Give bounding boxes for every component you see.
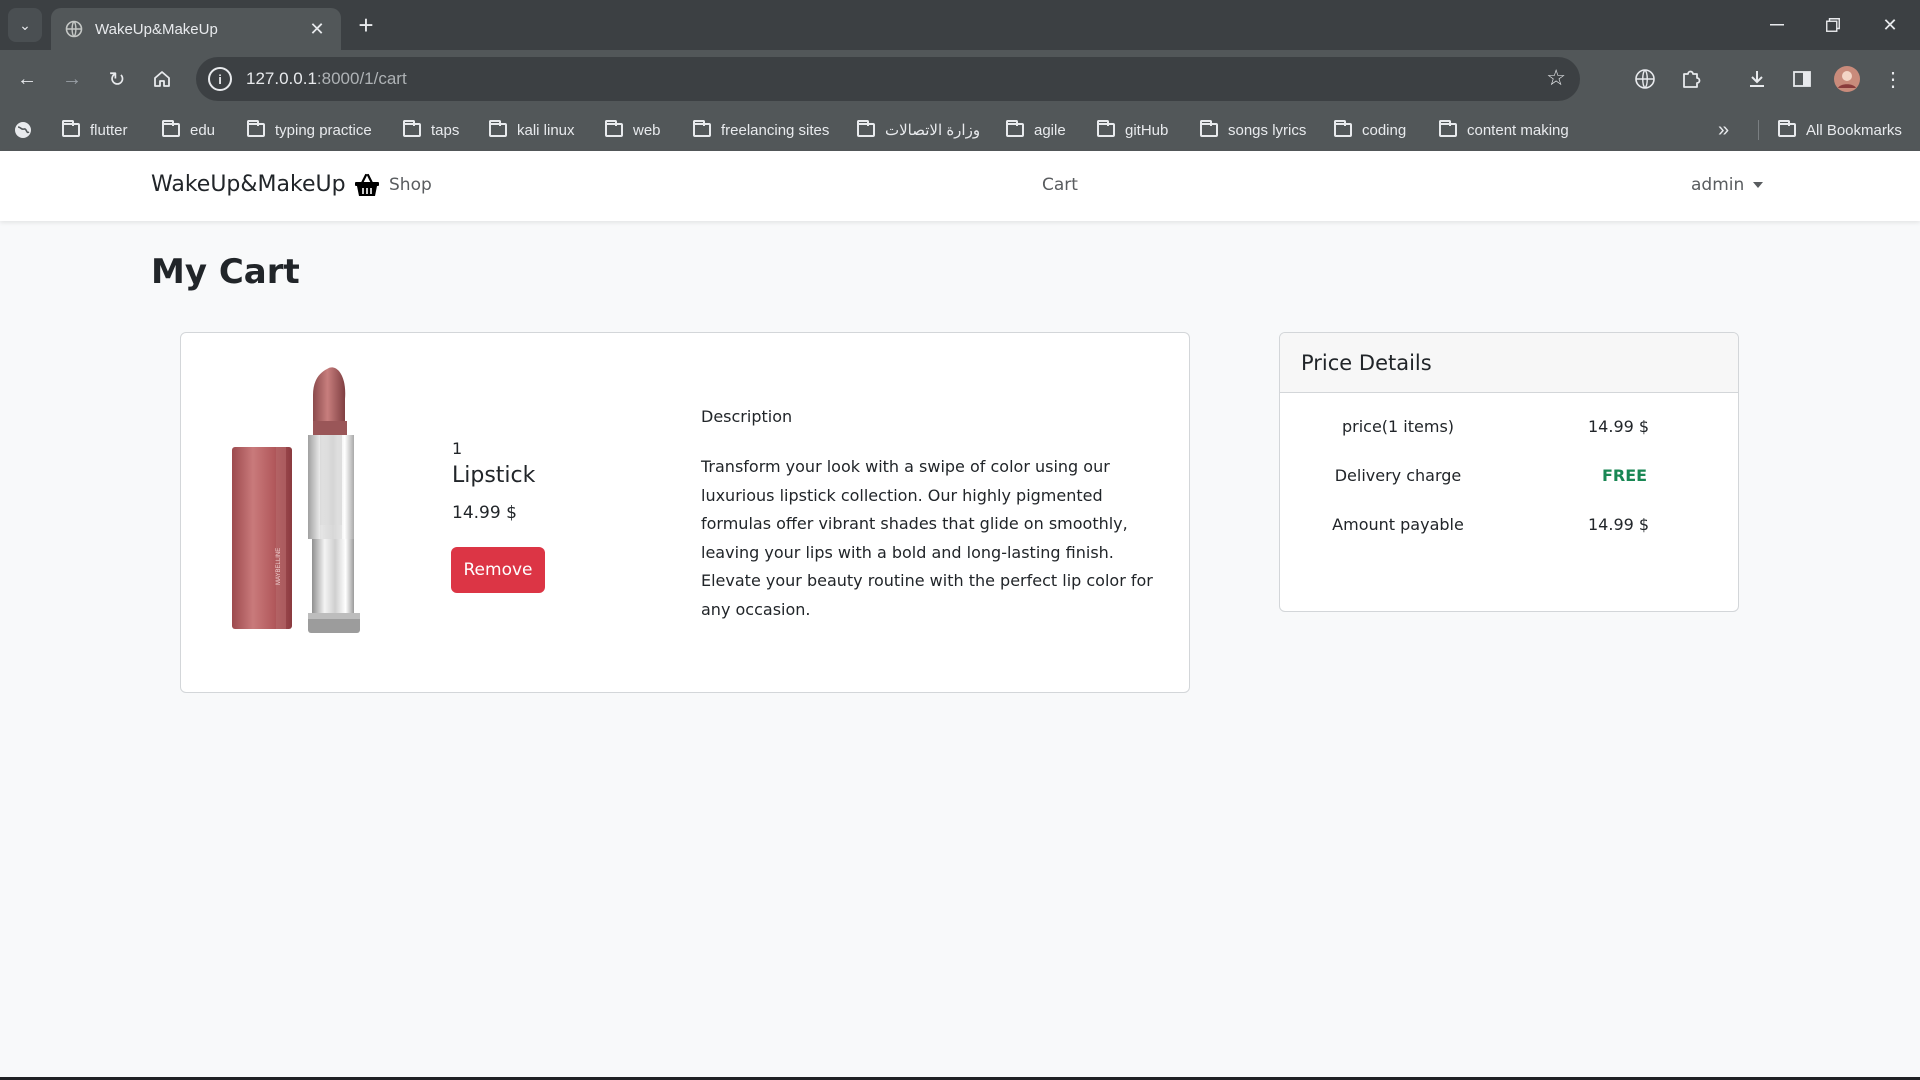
site-navbar: WakeUp&MakeUp Shop Cart admin: [0, 151, 1920, 221]
folder-icon: [403, 120, 421, 137]
more-bookmarks-chevron-icon[interactable]: »: [1718, 118, 1729, 142]
folder-icon: [162, 120, 180, 137]
user-name: admin: [1691, 175, 1745, 195]
reload-icon[interactable]: ↻: [100, 62, 134, 96]
back-arrow-icon[interactable]: ←: [10, 62, 44, 96]
price-row-label: Delivery charge: [1334, 466, 1462, 485]
folder-icon: [1097, 120, 1115, 137]
price-row-label: price(1 items): [1341, 417, 1455, 436]
downloads-icon[interactable]: [1740, 62, 1774, 96]
bookmark-folder[interactable]: coding: [1334, 118, 1406, 142]
page-title: My Cart: [151, 252, 300, 292]
minimize-icon[interactable]: [1749, 0, 1805, 50]
folder-icon: [1006, 120, 1024, 137]
folder-icon: [247, 120, 265, 137]
close-window-icon[interactable]: ✕: [1862, 0, 1918, 50]
url-text: 127.0.0.1:8000/1/cart: [246, 69, 407, 88]
address-bar[interactable]: i 127.0.0.1:8000/1/cart ☆: [196, 57, 1580, 101]
bookmarks-divider: [1758, 120, 1759, 140]
side-panel-icon[interactable]: [1785, 62, 1819, 96]
site-info-icon[interactable]: i: [208, 67, 232, 91]
bookmark-folder[interactable]: وزارة الاتصالات: [857, 118, 980, 142]
nav-cart-link[interactable]: Cart: [1042, 175, 1078, 195]
restore-icon[interactable]: [1805, 0, 1861, 50]
tab-search-chevron-icon[interactable]: ⌄: [8, 8, 42, 42]
folder-icon: [1334, 120, 1352, 137]
price-row: Delivery charge FREE: [1280, 466, 1738, 496]
tab-title: WakeUp&MakeUp: [95, 20, 218, 38]
folder-icon: [693, 120, 711, 137]
browser-tab[interactable]: WakeUp&MakeUp ✕: [51, 8, 341, 50]
price-row: Amount payable 14.99 $: [1280, 515, 1738, 545]
folder-icon: [62, 120, 80, 137]
bookmark-folder[interactable]: typing practice: [247, 118, 372, 142]
remove-button[interactable]: Remove: [451, 547, 545, 593]
description-text: Transform your look with a swipe of colo…: [701, 457, 1153, 619]
extensions-puzzle-icon[interactable]: [1674, 62, 1708, 96]
home-icon[interactable]: [145, 62, 179, 96]
bookmark-folder[interactable]: web: [605, 118, 661, 142]
bookmark-folder[interactable]: edu: [162, 118, 215, 142]
bookmark-folder[interactable]: freelancing sites: [693, 118, 829, 142]
globe-icon: [65, 20, 83, 38]
price-details-card: Price Details price(1 items) 14.99 $ Del…: [1279, 332, 1739, 612]
price-row-value: 14.99 $: [1588, 515, 1650, 534]
bookmark-folder[interactable]: taps: [403, 118, 459, 142]
brand-link[interactable]: WakeUp&MakeUp: [151, 172, 380, 197]
basket-icon: [354, 173, 380, 197]
tab-strip: ⌄ WakeUp&MakeUp ✕ + ✕: [0, 0, 1920, 50]
folder-icon: [1439, 120, 1457, 137]
bookmark-folder[interactable]: gitHub: [1097, 118, 1168, 142]
bookmark-star-icon[interactable]: ☆: [1546, 65, 1566, 91]
profile-avatar[interactable]: [1830, 62, 1864, 96]
brand-name: WakeUp&MakeUp: [151, 172, 346, 197]
folder-icon: [857, 120, 875, 137]
item-name: Lipstick: [452, 463, 536, 488]
all-bookmarks-folder[interactable]: All Bookmarks: [1778, 118, 1902, 142]
cart-item-card: MAYBELLINE 1 Lipstick 14.99 $ Remove Des…: [180, 332, 1190, 693]
caret-down-icon: [1753, 182, 1764, 188]
bookmark-folder[interactable]: kali linux: [489, 118, 575, 142]
menu-kebab-icon[interactable]: ⋮: [1876, 62, 1910, 96]
folder-icon: [605, 120, 623, 137]
folder-icon: [1200, 120, 1218, 137]
item-price: 14.99 $: [452, 503, 517, 523]
price-row: price(1 items) 14.99 $: [1280, 417, 1738, 447]
bookmarks-bar: flutter edu typing practice taps kali li…: [0, 108, 1920, 151]
apps-globe-icon[interactable]: [14, 118, 32, 142]
delivery-free-value: FREE: [1602, 466, 1648, 485]
folder-icon: [1778, 120, 1796, 137]
bookmark-folder[interactable]: songs lyrics: [1200, 118, 1306, 142]
nav-shop-link[interactable]: Shop: [389, 175, 432, 195]
bookmark-folder[interactable]: flutter: [62, 118, 128, 142]
lipstick-product-image: MAYBELLINE: [202, 355, 420, 655]
close-tab-icon[interactable]: ✕: [303, 15, 331, 43]
description-heading: Description: [701, 407, 793, 426]
bookmark-folder[interactable]: content making: [1439, 118, 1569, 142]
folder-icon: [489, 120, 507, 137]
svg-text:MAYBELLINE: MAYBELLINE: [276, 548, 282, 585]
browser-toolbar: ← → ↻ i 127.0.0.1:8000/1/cart ☆ ⋮: [0, 50, 1920, 108]
forward-arrow-icon[interactable]: →: [55, 62, 89, 96]
new-tab-plus-icon[interactable]: +: [351, 10, 381, 40]
user-dropdown[interactable]: admin: [1691, 175, 1764, 195]
price-row-value: 14.99 $: [1588, 417, 1650, 436]
price-details-title: Price Details: [1280, 333, 1738, 393]
translate-icon[interactable]: [1628, 62, 1662, 96]
price-row-label: Amount payable: [1332, 515, 1464, 534]
item-quantity: 1: [452, 439, 463, 458]
bookmark-folder[interactable]: agile: [1006, 118, 1066, 142]
